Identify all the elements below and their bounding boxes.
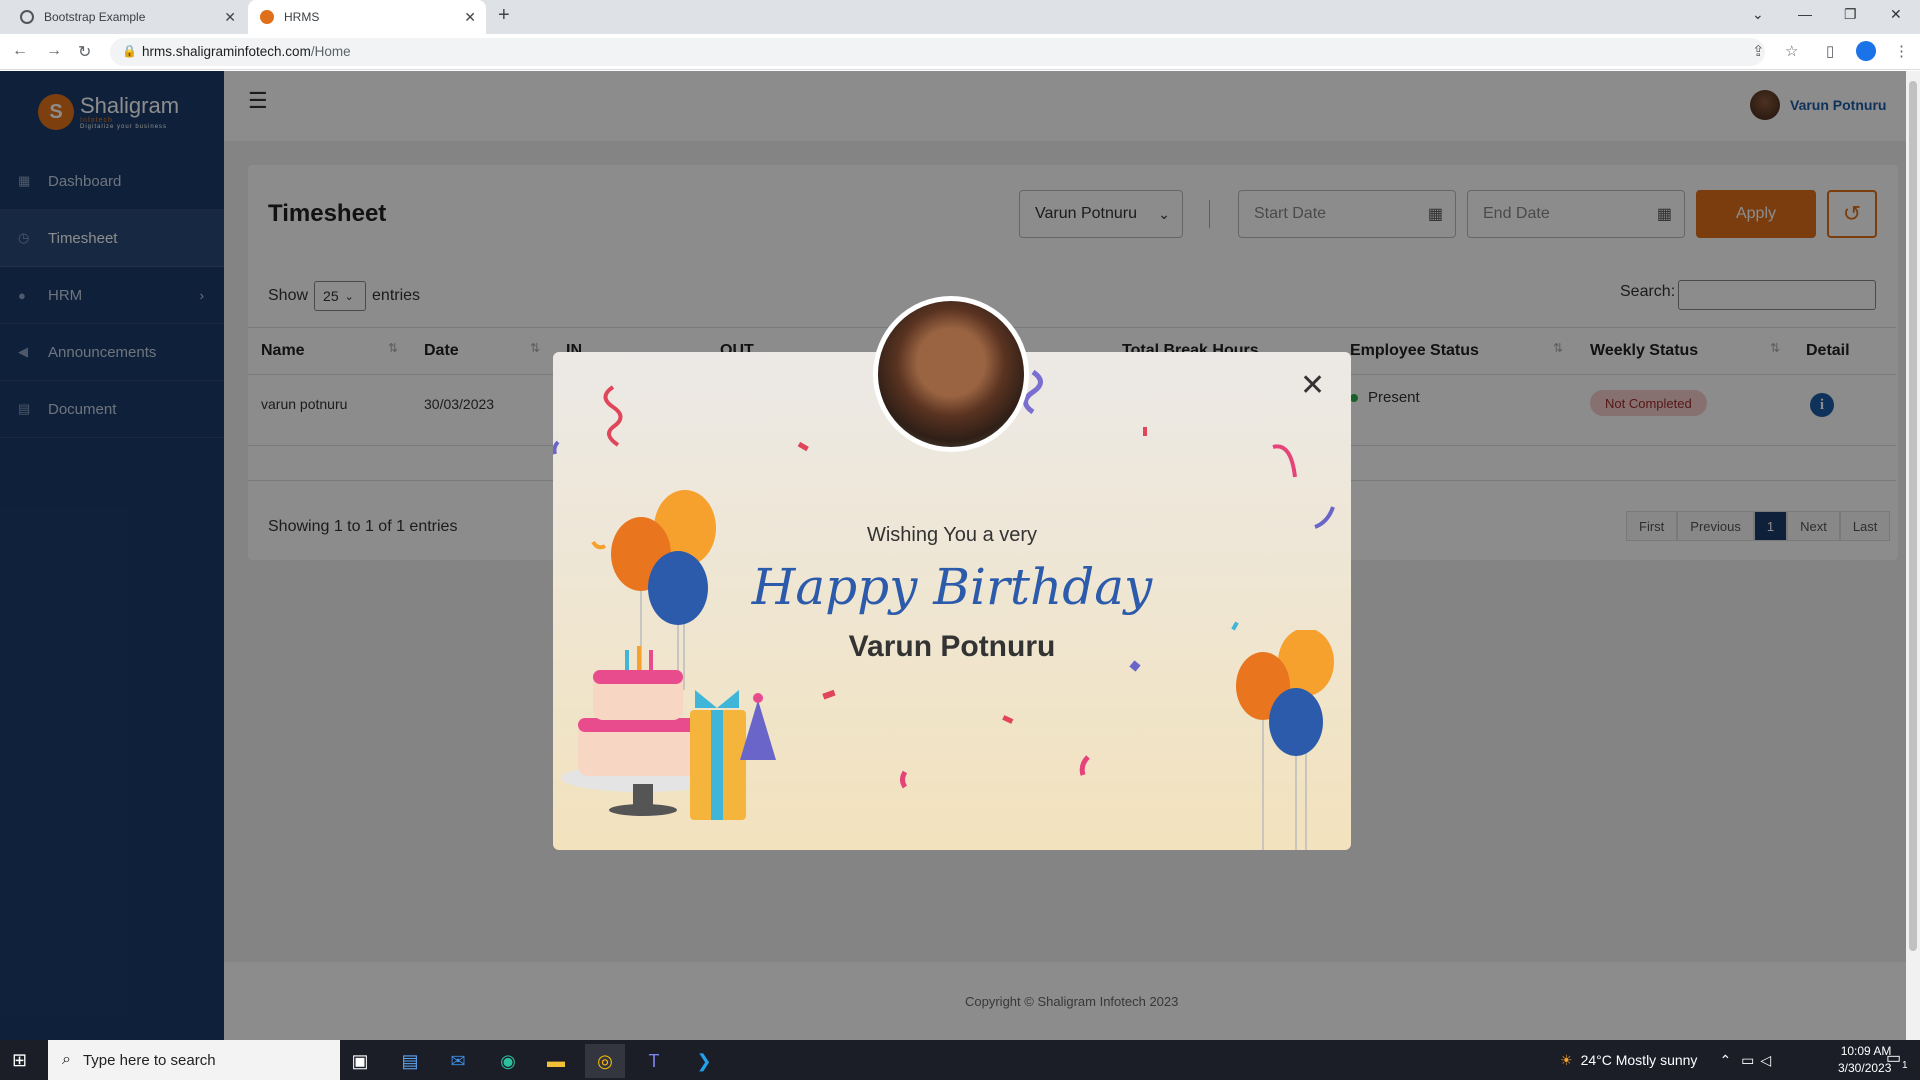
forward-icon[interactable]: → [46,42,62,60]
address-bar[interactable]: 🔒 hrms.shaligraminfotech.com/Home [110,38,1765,66]
task-view-icon[interactable]: ▣ [340,1044,380,1078]
url-path: /Home [310,44,351,59]
windows-start-icon[interactable]: ⊞ [12,1050,27,1071]
store-icon[interactable]: ▤ [390,1044,430,1078]
happy-birthday-heading: Happy Birthday [751,558,1153,616]
url-host: hrms.shaligraminfotech.com [142,44,311,59]
search-icon: ⌕ [62,1051,71,1068]
close-tab-icon[interactable]: ✕ [464,9,476,26]
bookmark-star-icon[interactable]: ☆ [1785,42,1798,60]
share-icon[interactable]: ⇪ [1752,42,1765,60]
taskbar-search-placeholder: Type here to search [82,1051,216,1069]
volume-icon[interactable]: ◁ [1760,1052,1771,1069]
birthday-person-name: Varun Potnuru [848,630,1056,663]
taskbar-clock[interactable]: 10:09 AM 3/30/2023 [1838,1043,1891,1077]
tab-title: HRMS [284,10,320,24]
lock-icon: 🔒 [122,44,137,58]
teams-icon[interactable]: T [634,1044,674,1078]
birthday-avatar [873,296,1029,452]
browser-tab-bootstrap[interactable]: Bootstrap Example ✕ [8,0,246,34]
mail-icon[interactable]: ✉ [438,1044,478,1078]
hrms-favicon-icon [260,10,274,24]
weather-icon: ☀ [1560,1051,1573,1068]
browser-tab-hrms[interactable]: HRMS ✕ [248,0,486,34]
new-tab-icon[interactable]: + [498,4,510,27]
browser-menu-icon[interactable]: ⋮ [1894,42,1909,60]
file-explorer-icon[interactable]: ▬ [536,1044,576,1078]
taskbar-search[interactable]: ⌕ Type here to search [48,1040,340,1080]
scrollbar[interactable] [1906,71,1920,1040]
scrollbar-thumb[interactable] [1909,81,1917,951]
avatar-photo [878,301,1024,447]
vscode-icon[interactable]: ❯ [684,1044,724,1078]
side-panel-icon[interactable]: ▯ [1826,42,1834,60]
weather-text[interactable]: 24°C Mostly sunny [1581,1052,1698,1068]
edge-icon[interactable]: ◉ [488,1044,528,1078]
clock-time: 10:09 AM [1840,1044,1892,1058]
window-close-icon[interactable]: ✕ [1890,6,1902,23]
modal-close-icon[interactable]: ✕ [1300,368,1325,403]
system-tray: ☀ 24°C Mostly sunny ⌃ ▭ ◁ [1560,1040,1771,1080]
profile-avatar[interactable] [1856,41,1876,61]
network-icon[interactable]: ▭ [1741,1052,1754,1069]
wish-text: Wishing You a very [866,524,1038,546]
notification-count: 1 [1902,1060,1908,1071]
back-icon[interactable]: ← [12,42,28,60]
notification-icon[interactable]: ▭ [1886,1048,1901,1068]
close-tab-icon[interactable]: ✕ [224,9,236,26]
globe-icon [20,10,34,24]
reload-icon[interactable]: ↻ [78,42,91,62]
chrome-icon[interactable]: ◎ [585,1044,625,1078]
restore-icon[interactable]: ❐ [1844,6,1857,23]
tab-search-icon[interactable]: ⌄ [1752,6,1764,23]
minimize-icon[interactable]: — [1798,6,1812,22]
tray-overflow-icon[interactable]: ⌃ [1719,1052,1731,1069]
clock-date: 3/30/2023 [1838,1061,1892,1075]
tab-title: Bootstrap Example [44,10,146,24]
